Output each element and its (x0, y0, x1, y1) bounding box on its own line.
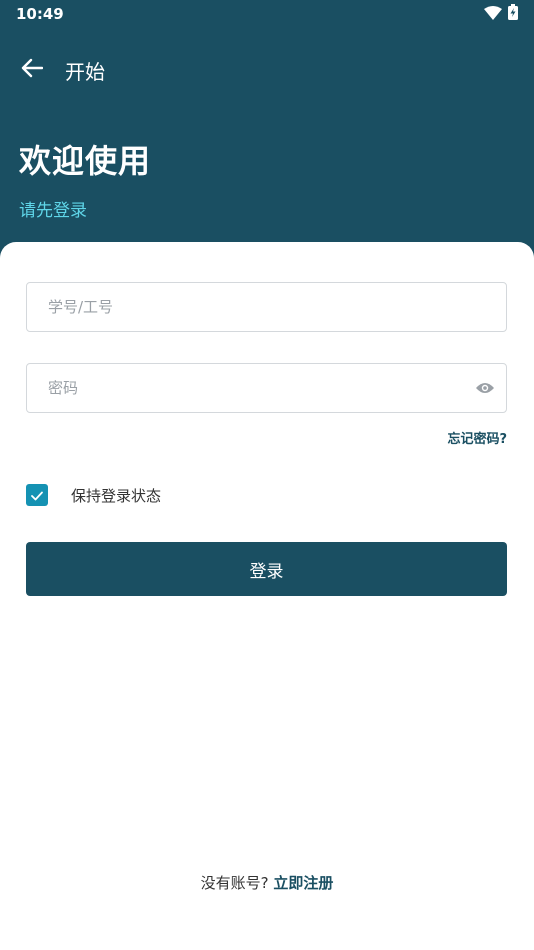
password-input[interactable] (48, 364, 462, 412)
register-row: 没有账号? 立即注册 (0, 872, 534, 893)
forgot-password-link[interactable]: 忘记密码? (447, 428, 507, 447)
eye-icon[interactable] (474, 377, 496, 399)
username-field[interactable] (26, 282, 507, 332)
login-button[interactable]: 登录 (26, 542, 507, 596)
arrow-left-icon (21, 58, 44, 82)
battery-charging-icon (508, 4, 518, 24)
password-field[interactable] (26, 363, 507, 413)
login-prompt-subtitle: 请先登录 (19, 201, 87, 221)
status-bar: 10:49 (0, 0, 534, 28)
login-card: 忘记密码? 保持登录状态 登录 没有账号? 立即注册 (0, 242, 534, 950)
username-input[interactable] (48, 283, 506, 331)
app-bar-title: 开始 (65, 59, 105, 84)
status-icons (484, 4, 518, 24)
remember-login-row: 保持登录状态 (26, 484, 161, 506)
wifi-icon (484, 5, 502, 24)
check-icon (31, 486, 43, 505)
app-bar: 开始 (0, 48, 534, 92)
welcome-title: 欢迎使用 (19, 142, 152, 180)
register-link[interactable]: 立即注册 (273, 874, 333, 892)
status-time: 10:49 (16, 5, 64, 23)
no-account-text: 没有账号? (200, 874, 274, 892)
back-button[interactable] (18, 56, 46, 84)
remember-login-label: 保持登录状态 (71, 486, 162, 505)
remember-login-checkbox[interactable] (26, 484, 48, 506)
